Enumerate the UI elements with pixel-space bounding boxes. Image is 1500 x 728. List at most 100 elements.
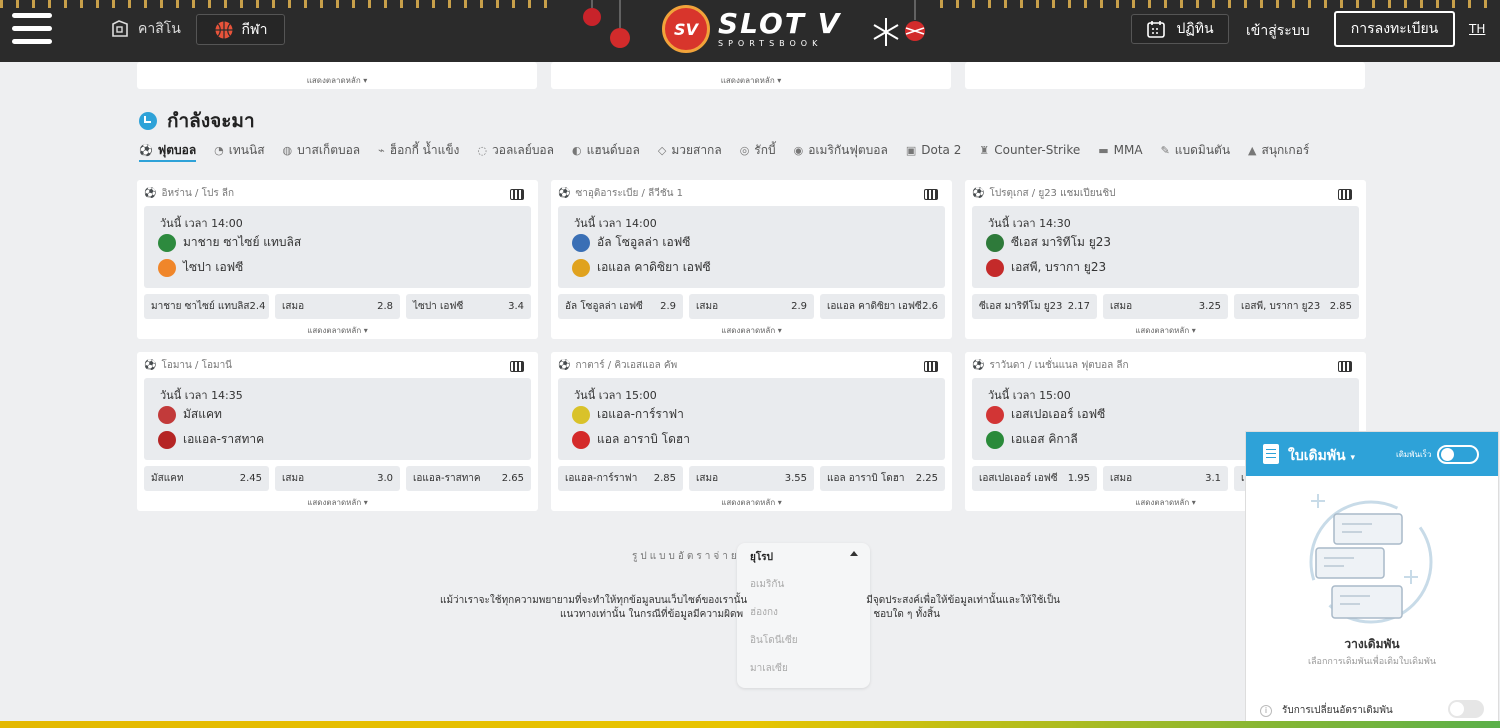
odds-label: มาชาย ซาไซย์ แทบลิส <box>151 301 250 312</box>
tab-mma[interactable]: ▬ MMA <box>1098 140 1142 162</box>
stats-icon[interactable] <box>1338 189 1352 200</box>
match-info[interactable]: วันนี้ เวลา 15:00 เอแอล-การ์ราฟา แอล อาราบ… <box>558 378 945 460</box>
tab-hockey[interactable]: ⌁ ฮ็อกกี้ น้ำแข็ง <box>378 140 459 162</box>
accept-odds-change-toggle[interactable] <box>1448 700 1484 718</box>
tab-handball[interactable]: ◐ แฮนด์บอล <box>572 140 640 162</box>
league-label[interactable]: ⚽ ซาอุดิอาระเบีย / ลีวีชัน 1 <box>558 186 683 201</box>
show-main-markets-label: แสดงตลาดหลัก <box>1135 326 1190 335</box>
show-main-markets[interactable]: แสดงตลาดหลัก ▾ <box>551 74 951 87</box>
login-link[interactable]: เข้าสู่ระบบ <box>1246 20 1310 42</box>
odds-value: 2.25 <box>915 473 938 484</box>
nav-sport-label: กีฬา <box>241 21 268 38</box>
match-card[interactable]: ⚽ กาตาร์ / คิวเอสแอล คัพวันนี้ เวลา 15:00… <box>551 352 952 511</box>
quick-bet-toggle[interactable] <box>1437 445 1479 464</box>
odds-button[interactable]: เสมอ 2.9 <box>689 294 814 319</box>
tab-label: Counter-Strike <box>994 143 1081 157</box>
match-info[interactable]: วันนี้ เวลา 14:30 ซีเอส มาริทีโม ยู23 เอสพ… <box>972 206 1359 288</box>
chevron-down-icon: ▾ <box>1350 453 1356 463</box>
league-label[interactable]: ⚽ ราวันดา / เนชั่นแนล ฟุตบอล ลีก <box>972 358 1129 373</box>
show-main-markets[interactable]: แสดงตลาดหลัก ▾ <box>137 324 538 337</box>
league-label[interactable]: ⚽ กาตาร์ / คิวเอสแอล คัพ <box>558 358 677 373</box>
stats-icon[interactable] <box>510 361 524 372</box>
odds-button[interactable]: เอแอล คาดิซิยา เอฟซี 2.6 <box>820 294 945 319</box>
team-crest-icon <box>158 233 176 252</box>
tab-badminton[interactable]: ✎ แบดมินตัน <box>1161 140 1230 162</box>
match-card[interactable]: ⚽ อิหร่าน / โปร ลีก วันนี้ เวลา 14:00 มาชาย… <box>137 180 538 339</box>
disclaimer-text: แม้ว่าเราจะใช้ทุกความพยายามที่จะทำให้ทุก… <box>440 594 1060 622</box>
match-info[interactable]: วันนี้ เวลา 14:00 อัล โซอูลล่า เอฟซี เอแอล… <box>558 206 945 288</box>
match-info[interactable]: วันนี้ เวลา 14:00 มาชาย ซาไซย์ แทบลิส ไซปา… <box>144 206 531 288</box>
odds-button[interactable]: ซีเอส มาริทีโม ยู23 2.17 <box>972 294 1097 319</box>
tab-rugby[interactable]: ◎ รักบี้ <box>740 140 776 162</box>
league-label[interactable]: ⚽ อิหร่าน / โปร ลีก <box>144 186 234 201</box>
show-main-markets[interactable]: แสดงตลาดหลัก ▾ <box>137 74 537 87</box>
odds-button[interactable]: เสมอ 3.0 <box>275 466 400 491</box>
match-time: วันนี้ เวลา 15:00 <box>988 389 1071 402</box>
tab-volleyball[interactable]: ◌ วอลเลย์บอล <box>477 140 554 162</box>
nav-sport[interactable]: กีฬา <box>196 14 285 45</box>
stats-icon[interactable] <box>924 189 938 200</box>
odds-button[interactable]: เสมอ 3.1 <box>1103 466 1228 491</box>
odds-button[interactable]: ไซปา เอฟซี 3.4 <box>406 294 531 319</box>
match-card[interactable]: ⚽ โอมาน / โอมานีวันนี้ เวลา 14:35 มัสแคท เอ… <box>137 352 538 511</box>
bet-slip-panel: ใบเดิมพัน ▾ เดิมพันเร็ว วางเดิมพัน เลือก… <box>1245 431 1499 728</box>
odds-button[interactable]: แอล อาราบิ โดฮา 2.25 <box>820 466 945 491</box>
league-label[interactable]: ⚽ โอมาน / โอมานี <box>144 358 232 373</box>
odds-button[interactable]: เสมอ 3.55 <box>689 466 814 491</box>
mma-icon: ▬ <box>1098 143 1109 157</box>
stats-icon[interactable] <box>510 189 524 200</box>
match-card[interactable]: ⚽ โปรตุเกส / ยู23 แชมเปียนชิปวันนี้ เวลา … <box>965 180 1366 339</box>
match-info[interactable]: วันนี้ เวลา 14:35 มัสแคท เอแอล-ราสทาค <box>144 378 531 460</box>
info-icon[interactable]: i <box>1260 704 1272 717</box>
odds-label: เอสเปอเออร์ เอฟซี <box>979 473 1058 484</box>
register-button[interactable]: การลงทะเบียน <box>1334 11 1455 47</box>
show-main-markets[interactable]: แสดงตลาดหลัก ▾ <box>551 496 952 509</box>
show-main-markets[interactable]: แสดงตลาดหลัก ▾ <box>551 324 952 337</box>
tab-label: บาสเก็ตบอล <box>297 142 361 157</box>
show-main-markets-label: แสดงตลาดหลัก <box>307 326 362 335</box>
bet-slip-icon <box>1263 444 1279 464</box>
team-crest-icon <box>158 258 176 277</box>
tab-counter-strike[interactable]: ♜ Counter-Strike <box>979 140 1080 162</box>
american-football-icon: ◉ <box>793 143 804 157</box>
tab-soccer[interactable]: ⚽ ฟุตบอล <box>139 140 197 162</box>
menu-icon[interactable] <box>12 13 52 45</box>
tab-dota[interactable]: ▣ Dota 2 <box>906 140 962 162</box>
show-main-markets[interactable]: แสดงตลาดหลัก ▾ <box>137 496 538 509</box>
odds-button[interactable]: เอแอล-การ์ราฟา 2.85 <box>558 466 683 491</box>
match-time: วันนี้ เวลา 14:00 <box>160 217 243 230</box>
tab-tennis[interactable]: ◔ เทนนิส <box>214 140 264 162</box>
odds-label: แอล อาราบิ โดฮา <box>827 473 905 484</box>
chevron-up-icon[interactable] <box>850 551 858 556</box>
tab-american-football[interactable]: ◉ อเมริกันฟุตบอล <box>794 140 888 162</box>
tab-boxing[interactable]: ◇ มวยสากล <box>658 140 722 162</box>
home-team: มัสแคท <box>158 405 222 424</box>
nav-casino[interactable]: คาสิโน <box>110 18 181 40</box>
odds-button[interactable]: มาชาย ซาไซย์ แทบลิส 2.4 <box>144 294 269 319</box>
odds-button[interactable]: เสมอ 3.25 <box>1103 294 1228 319</box>
odds-button[interactable]: เอสเปอเออร์ เอฟซี 1.95 <box>972 466 1097 491</box>
odds-format-option[interactable]: อินโดนีเซีย <box>750 633 798 648</box>
odds-format-selected[interactable]: ยุโรป <box>750 550 773 565</box>
tab-snooker[interactable]: ▲ สนุกเกอร์ <box>1248 140 1309 162</box>
odds-format-option[interactable]: มาเลเซีย <box>750 661 788 676</box>
odds-button[interactable]: มัสแคท 2.45 <box>144 466 269 491</box>
section-title-text: กำลังจะมา <box>167 110 255 132</box>
stats-icon[interactable] <box>924 361 938 372</box>
odds-button[interactable]: เอสพี, บรากา ยู23 2.85 <box>1234 294 1359 319</box>
stats-icon[interactable] <box>1338 361 1352 372</box>
bet-slip-header[interactable]: ใบเดิมพัน ▾ เดิมพันเร็ว <box>1246 432 1498 476</box>
odds-button[interactable]: เอแอล-ราสทาค 2.65 <box>406 466 531 491</box>
calendar-button[interactable]: ปฏิทิน <box>1131 14 1229 44</box>
language-selector[interactable]: TH <box>1469 22 1485 36</box>
league-label[interactable]: ⚽ โปรตุเกส / ยู23 แชมเปียนชิป <box>972 186 1116 201</box>
bet-slip-title[interactable]: ใบเดิมพัน ▾ <box>1288 445 1355 467</box>
odds-button[interactable]: เสมอ 2.8 <box>275 294 400 319</box>
show-main-markets[interactable]: แสดงตลาดหลัก ▾ <box>965 324 1366 337</box>
odds-button[interactable]: อัล โซอูลล่า เอฟซี 2.9 <box>558 294 683 319</box>
tab-basketball[interactable]: ◍ บาสเก็ตบอล <box>283 140 361 162</box>
sportsbook-logo[interactable]: SV SLOT V SPORTSBOOK <box>662 5 841 53</box>
odds-format-option[interactable]: อเมริกัน <box>750 577 784 592</box>
match-card[interactable]: ⚽ ซาอุดิอาระเบีย / ลีวีชัน 1 วันนี้ เวลา 1… <box>551 180 952 339</box>
odds-value: 3.55 <box>784 473 807 484</box>
